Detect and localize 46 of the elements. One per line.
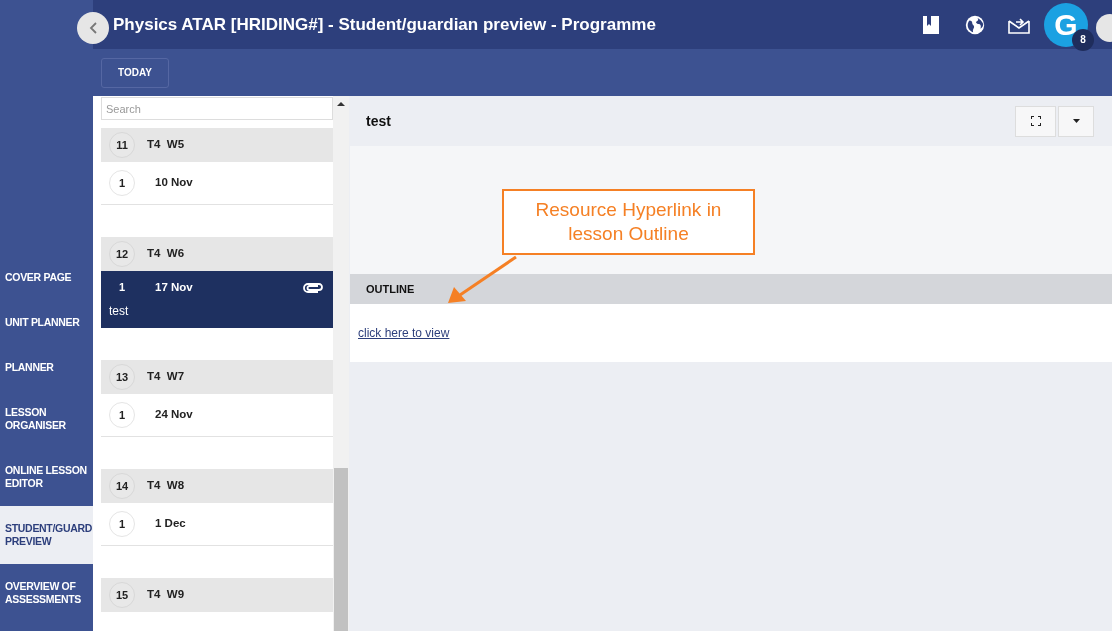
globe-icon[interactable] [964,13,986,36]
lesson-date: 1 Dec [155,516,186,532]
caret-icon [1072,119,1080,123]
lesson-date: 24 Nov [155,407,193,423]
week-label: T4 W6 [147,246,185,262]
number-badge: 1 [109,170,135,196]
scrollbar[interactable] [333,96,349,631]
lesson-date: 17 Nov [155,279,193,295]
week-header[interactable]: 14 T4 W8 [101,469,333,503]
week-header[interactable]: 13 T4 W7 [101,360,333,394]
lesson-row[interactable]: 1 17 Nov test [101,271,333,328]
sidebar-item[interactable]: OVERVIEW OF ASSESSMENTS [0,564,93,622]
week-header[interactable]: 12 T4 W6 [101,237,333,271]
number-badge: 11 [109,132,135,158]
week-header[interactable]: 15 T4 W9 [101,578,333,612]
number-badge: 12 [109,241,135,267]
sidebar-item[interactable]: STUDENT/GUARD PREVIEW [0,506,93,564]
number-badge: 15 [109,582,135,608]
annotation-text: Resource Hyperlink in lesson Outline [534,198,723,246]
section-title: OUTLINE [366,281,415,297]
lesson-date: 10 Nov [155,175,193,191]
book-icon[interactable] [922,14,940,35]
lesson-number: 1 [117,280,127,296]
number-badge: 1 [109,402,135,428]
week-label: T4 W8 [147,478,185,494]
week-header[interactable]: 11 T4 W5 [101,128,333,162]
week-label: T4 W5 [147,137,185,153]
search-field[interactable]: Search [101,97,333,120]
number-badge: 14 [109,473,135,499]
sidebar-item[interactable]: COVER PAGE [0,255,93,300]
chevron-left-icon [89,22,97,34]
sidebar-item[interactable]: PLANNER [0,345,93,390]
lesson-heading: test [366,111,391,131]
sidebar-item[interactable]: UNIT PLANNER [0,300,93,345]
sidebar-item[interactable]: ONLINE LESSON EDITOR [0,448,93,506]
resource-link[interactable]: click here to view [358,324,450,342]
fullscreen-icon [1030,116,1041,126]
lesson-title: test [109,303,130,321]
number-badge: 1 [109,511,135,537]
mail-icon[interactable] [1008,15,1030,34]
number-badge: 13 [109,364,135,390]
page-title: Physics ATAR [HRIDING#] - Student/guardian preview - Programme [113,13,656,36]
sidebar-item[interactable]: LESSON ORGANISER [0,390,93,448]
week-label: T4 W7 [147,369,185,385]
today-button[interactable]: TODAY [101,57,169,88]
week-label: T4 W9 [147,587,185,603]
